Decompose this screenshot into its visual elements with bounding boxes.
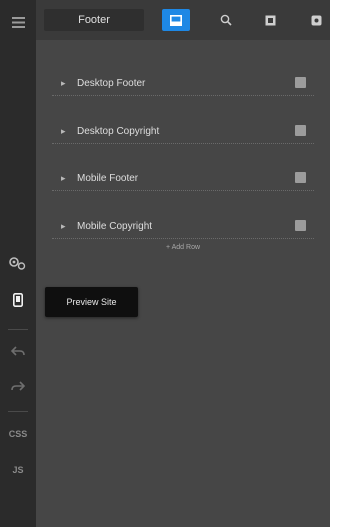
search-button[interactable] bbox=[212, 9, 240, 31]
section-label: Mobile Copyright bbox=[77, 221, 153, 232]
save-icon bbox=[170, 14, 182, 26]
left-sidebar: CSS JS bbox=[0, 0, 36, 527]
tooltip-text: Preview Site bbox=[66, 297, 117, 307]
search-icon bbox=[220, 14, 232, 26]
section-settings-icon[interactable] bbox=[295, 77, 306, 88]
section-item[interactable]: ▸ Mobile Footer bbox=[36, 169, 330, 191]
rail-divider bbox=[8, 411, 28, 412]
tooltip: Preview Site bbox=[45, 287, 138, 317]
section-divider bbox=[52, 95, 314, 96]
section-label: Desktop Copyright bbox=[77, 126, 160, 137]
section-settings-icon[interactable] bbox=[295, 125, 306, 136]
expand-arrow-icon[interactable]: ▸ bbox=[61, 221, 66, 232]
section-label: Mobile Footer bbox=[77, 173, 139, 184]
css-label: CSS bbox=[8, 428, 28, 439]
section-divider bbox=[52, 190, 314, 191]
section-divider bbox=[52, 143, 314, 144]
section-item[interactable]: ▸ Desktop Footer bbox=[36, 74, 330, 96]
section-settings-icon[interactable] bbox=[295, 172, 306, 183]
panel-title-tab[interactable]: Footer bbox=[44, 9, 144, 31]
undo-icon[interactable] bbox=[0, 344, 36, 358]
css-button[interactable]: CSS bbox=[0, 428, 36, 440]
panel-title: Footer bbox=[78, 14, 110, 26]
square-icon bbox=[265, 15, 275, 25]
editor-app: CSS JS Footer ▸ Desktop Footer ▸ Desktop… bbox=[0, 0, 342, 527]
preview-icon[interactable] bbox=[0, 292, 36, 308]
expand-arrow-icon[interactable]: ▸ bbox=[61, 173, 66, 184]
menu-icon[interactable] bbox=[0, 14, 36, 30]
js-button[interactable]: JS bbox=[0, 464, 36, 476]
settings-button[interactable] bbox=[302, 9, 330, 31]
add-row-button[interactable]: + Add Row bbox=[36, 244, 330, 256]
add-row-label: + Add Row bbox=[165, 244, 201, 251]
expand-arrow-icon[interactable]: ▸ bbox=[61, 126, 66, 137]
section-item[interactable]: ▸ Mobile Copyright bbox=[36, 217, 330, 239]
layout-button[interactable] bbox=[256, 9, 284, 31]
settings-icon[interactable] bbox=[0, 255, 36, 271]
expand-arrow-icon[interactable]: ▸ bbox=[61, 78, 66, 89]
panel-header: Footer bbox=[36, 0, 330, 40]
js-label: JS bbox=[12, 464, 24, 475]
section-settings-icon[interactable] bbox=[295, 220, 306, 231]
section-divider bbox=[52, 238, 314, 239]
rail-divider bbox=[8, 329, 28, 330]
section-label: Desktop Footer bbox=[77, 78, 146, 89]
gear-icon bbox=[311, 15, 321, 25]
redo-icon[interactable] bbox=[0, 379, 36, 393]
save-button[interactable] bbox=[162, 9, 190, 31]
section-item[interactable]: ▸ Desktop Copyright bbox=[36, 122, 330, 144]
